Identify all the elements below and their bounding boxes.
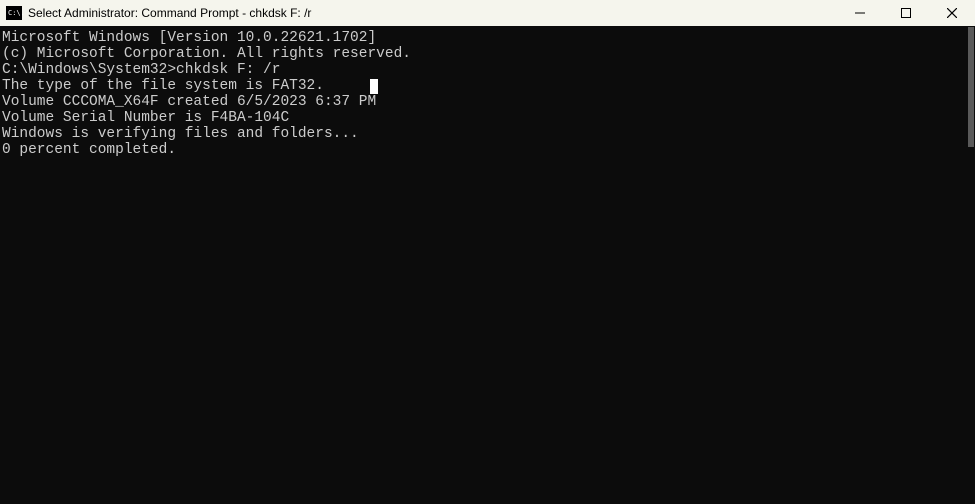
cmd-icon-text: C:\. <box>8 10 25 17</box>
scrollbar[interactable] <box>967 26 975 504</box>
minimize-button[interactable] <box>837 0 883 26</box>
console-output-line: Microsoft Windows [Version 10.0.22621.17… <box>2 30 975 46</box>
window-controls <box>837 0 975 26</box>
console-output-line: (c) Microsoft Corporation. All rights re… <box>2 46 975 62</box>
cmd-icon: C:\. <box>6 6 22 20</box>
titlebar[interactable]: C:\. Select Administrator: Command Promp… <box>0 0 975 26</box>
maximize-icon <box>901 8 911 18</box>
scrollbar-thumb[interactable] <box>968 27 974 147</box>
console-output-line: The type of the file system is FAT32. <box>2 78 975 94</box>
console-area[interactable]: Microsoft Windows [Version 10.0.22621.17… <box>0 26 975 504</box>
text-cursor <box>370 79 378 94</box>
console-prompt-line: C:\Windows\System32>chkdsk F: /r <box>2 62 975 78</box>
console-output-line: 0 percent completed. <box>2 142 975 158</box>
close-icon <box>947 8 957 18</box>
console-text: The type of the file system is FAT32. <box>2 78 324 94</box>
console-output-line: Volume CCCOMA_X64F created 6/5/2023 6:37… <box>2 94 975 110</box>
console-output-line: Windows is verifying files and folders..… <box>2 126 975 142</box>
maximize-button[interactable] <box>883 0 929 26</box>
minimize-icon <box>855 8 865 18</box>
console-output-line: Volume Serial Number is F4BA-104C <box>2 110 975 126</box>
command-prompt-window: C:\. Select Administrator: Command Promp… <box>0 0 975 504</box>
close-button[interactable] <box>929 0 975 26</box>
window-title: Select Administrator: Command Prompt - c… <box>28 6 311 20</box>
